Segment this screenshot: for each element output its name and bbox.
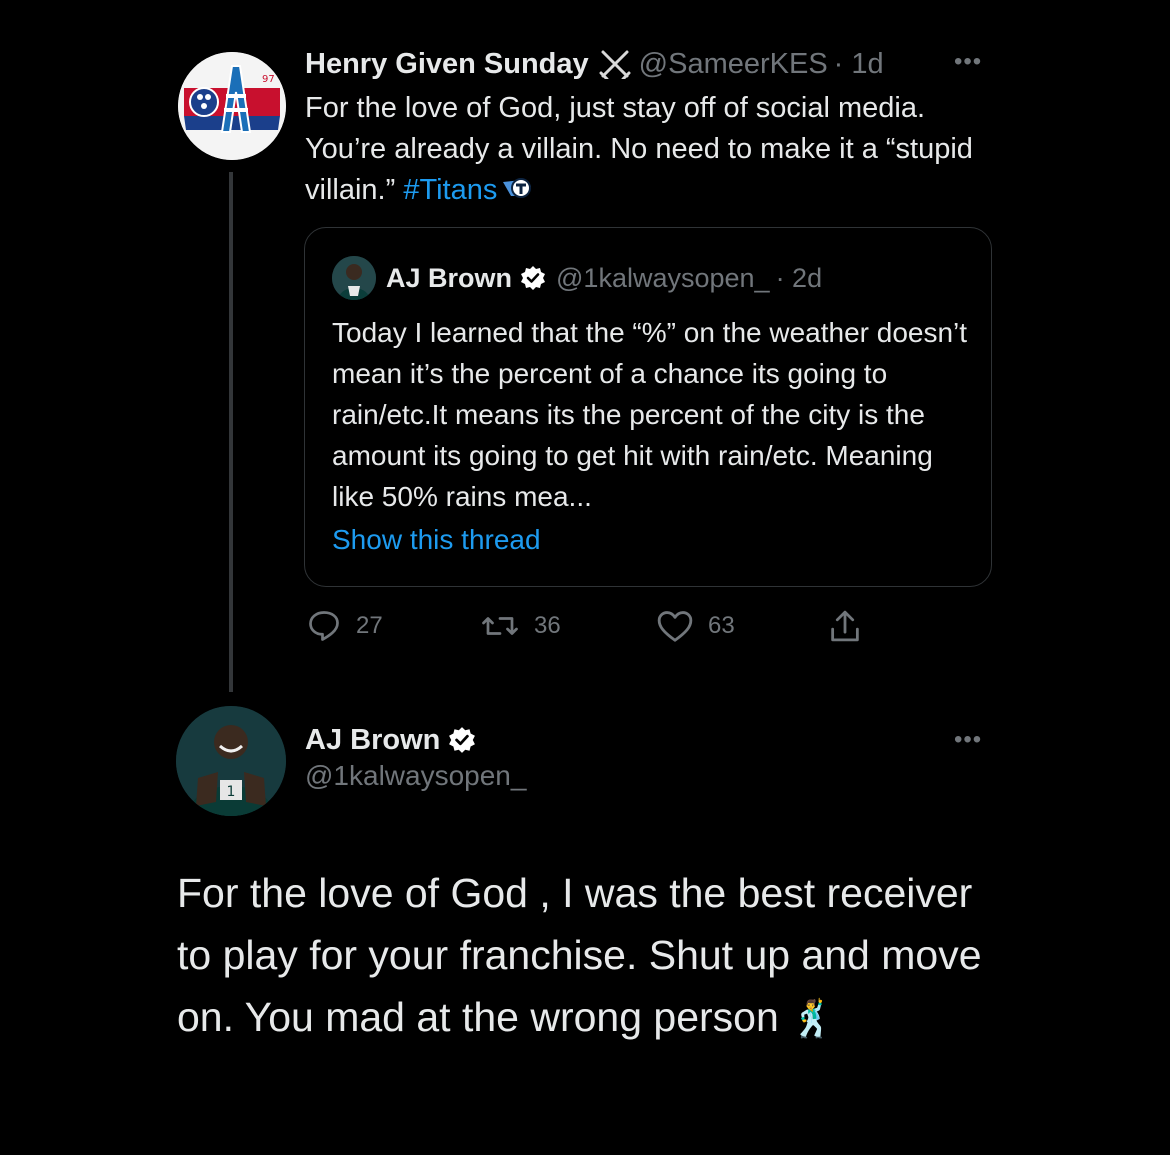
main-handle[interactable]: @1kalwaysopen_ (305, 760, 526, 792)
reply-icon (309, 611, 339, 641)
heart-icon (657, 611, 693, 642)
main-display-name[interactable]: AJ Brown (305, 724, 440, 757)
parent-header: Henry Given Sunday @SameerKES · 1d (305, 44, 884, 84)
thread-connector-line (229, 172, 233, 692)
retweet-button[interactable]: 36 (480, 606, 561, 646)
titans-logo-icon (501, 171, 535, 212)
dancing-man-emoji: 🕺 (790, 998, 835, 1039)
retweet-count: 36 (534, 612, 561, 639)
parent-handle[interactable]: @SameerKES (639, 48, 828, 81)
like-count: 63 (708, 612, 735, 639)
parent-avatar[interactable]: 97 (178, 52, 286, 160)
quoted-avatar (332, 256, 376, 300)
verified-badge-icon (520, 265, 546, 291)
hashtag-link[interactable]: #Titans (403, 174, 497, 206)
quoted-display-name: AJ Brown (386, 262, 513, 293)
main-more-icon[interactable]: ••• (954, 726, 982, 754)
main-tweet-text: For the love of God , I was the best rec… (177, 862, 1007, 1050)
parent-display-name[interactable]: Henry Given Sunday (305, 48, 589, 81)
quoted-timestamp: · 2d (775, 262, 823, 293)
share-button[interactable] (828, 606, 876, 646)
reply-button[interactable]: 27 (306, 606, 383, 646)
parent-more-icon[interactable]: ••• (954, 48, 982, 76)
quoted-handle: @1kalwaysopen_ (556, 262, 770, 293)
share-icon (831, 610, 859, 642)
reply-count: 27 (356, 612, 383, 639)
crossed-swords-icon (599, 49, 631, 79)
quoted-tweet-text: Today I learned that the “%” on the weat… (332, 317, 968, 512)
main-header: AJ Brown (305, 720, 476, 760)
avatar-badge-text: 97 (262, 74, 275, 85)
verified-badge-icon (448, 726, 476, 754)
show-thread-link[interactable]: Show this thread (332, 524, 541, 556)
parent-tweet-text: For the love of God, just stay off of so… (305, 88, 1005, 212)
oilers-logo: 97 (178, 52, 286, 160)
parent-timestamp[interactable]: · 1d (834, 48, 884, 81)
quoted-header: AJ Brown @1kalwaysopen_ · 2d (386, 258, 822, 298)
svg-text:1: 1 (227, 784, 236, 800)
main-avatar[interactable]: 1 (176, 706, 286, 816)
retweet-icon (482, 617, 518, 635)
main-text-body: For the love of God , I was the best rec… (177, 870, 982, 1040)
like-button[interactable]: 63 (656, 606, 735, 646)
